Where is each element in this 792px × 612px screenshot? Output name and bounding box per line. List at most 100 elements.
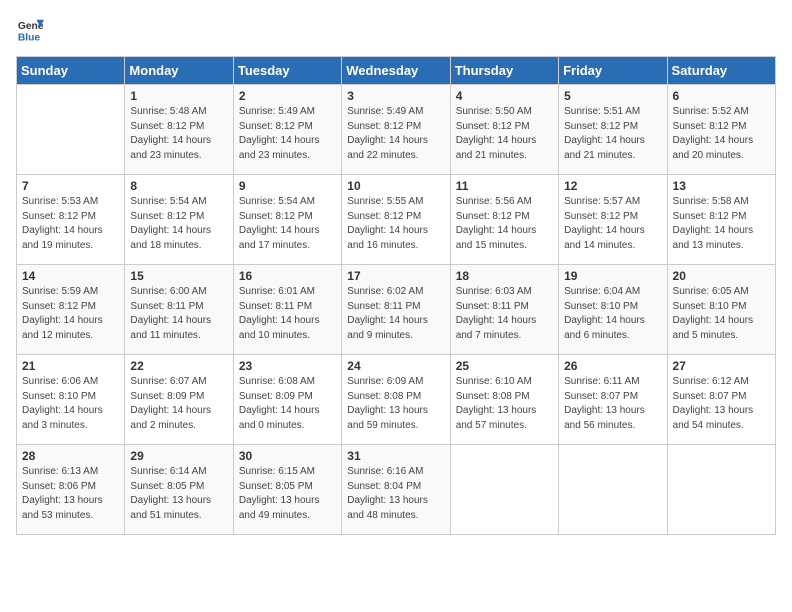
day-info: Sunrise: 6:07 AM Sunset: 8:09 PM Dayligh… bbox=[130, 375, 227, 433]
week-row-1: 1 Sunrise: 5:48 AM Sunset: 8:12 PM Daylig… bbox=[17, 85, 776, 175]
day-cell: 28Sunrise: 6:13 AM Sunset: 8:06 PM Dayli… bbox=[17, 445, 125, 535]
day-number: 19 bbox=[564, 269, 661, 283]
day-cell: 8 Sunrise: 5:54 AM Sunset: 8:12 PM Daylig… bbox=[125, 175, 233, 265]
day-cell: 2 Sunrise: 5:49 AM Sunset: 8:12 PM Daylig… bbox=[233, 85, 341, 175]
day-cell bbox=[450, 445, 558, 535]
day-info: Sunrise: 5:58 AM Sunset: 8:12 PM Dayligh… bbox=[673, 195, 770, 253]
day-info: Sunrise: 5:51 AM Sunset: 8:12 PM Dayligh… bbox=[564, 105, 661, 163]
day-number: 23 bbox=[239, 359, 336, 373]
day-info: Sunrise: 5:49 AM Sunset: 8:12 PM Dayligh… bbox=[239, 105, 336, 163]
day-number: 16 bbox=[239, 269, 336, 283]
day-number: 31 bbox=[347, 449, 444, 463]
header-cell-sunday: Sunday bbox=[17, 57, 125, 85]
day-cell: 27 Sunrise: 6:12 AM Sunset: 8:07 PM Dayli… bbox=[667, 355, 775, 445]
day-number: 29 bbox=[130, 449, 227, 463]
day-cell: 3 Sunrise: 5:49 AM Sunset: 8:12 PM Daylig… bbox=[342, 85, 450, 175]
day-cell: 18 Sunrise: 6:03 AM Sunset: 8:11 PM Dayli… bbox=[450, 265, 558, 355]
day-cell: 23 Sunrise: 6:08 AM Sunset: 8:09 PM Dayli… bbox=[233, 355, 341, 445]
calendar-table: SundayMondayTuesdayWednesdayThursdayFrid… bbox=[16, 56, 776, 535]
day-cell bbox=[667, 445, 775, 535]
day-info: Sunrise: 5:56 AM Sunset: 8:12 PM Dayligh… bbox=[456, 195, 553, 253]
day-cell: 19 Sunrise: 6:04 AM Sunset: 8:10 PM Dayli… bbox=[559, 265, 667, 355]
header-cell-thursday: Thursday bbox=[450, 57, 558, 85]
day-cell: 9Sunrise: 5:54 AM Sunset: 8:12 PM Daylig… bbox=[233, 175, 341, 265]
day-number: 13 bbox=[673, 179, 770, 193]
day-info: Sunrise: 5:54 AM Sunset: 8:12 PM Dayligh… bbox=[239, 195, 336, 253]
day-cell bbox=[17, 85, 125, 175]
day-cell: 21 Sunrise: 6:06 AM Sunset: 8:10 PM Dayli… bbox=[17, 355, 125, 445]
day-info: Sunrise: 5:49 AM Sunset: 8:12 PM Dayligh… bbox=[347, 105, 444, 163]
day-number: 20 bbox=[673, 269, 770, 283]
day-cell: 30 Sunrise: 6:15 AM Sunset: 8:05 PM Dayli… bbox=[233, 445, 341, 535]
day-cell: 15Sunrise: 6:00 AM Sunset: 8:11 PM Dayli… bbox=[125, 265, 233, 355]
day-info: Sunrise: 6:13 AM Sunset: 8:06 PM Dayligh… bbox=[22, 465, 119, 523]
day-cell: 12Sunrise: 5:57 AM Sunset: 8:12 PM Dayli… bbox=[559, 175, 667, 265]
day-cell bbox=[559, 445, 667, 535]
day-info: Sunrise: 5:59 AM Sunset: 8:12 PM Dayligh… bbox=[22, 285, 119, 343]
day-number: 15 bbox=[130, 269, 227, 283]
day-info: Sunrise: 6:10 AM Sunset: 8:08 PM Dayligh… bbox=[456, 375, 553, 433]
day-number: 5 bbox=[564, 89, 661, 103]
logo-icon: General Blue bbox=[16, 16, 44, 44]
day-info: Sunrise: 6:01 AM Sunset: 8:11 PM Dayligh… bbox=[239, 285, 336, 343]
day-info: Sunrise: 5:52 AM Sunset: 8:12 PM Dayligh… bbox=[673, 105, 770, 163]
day-info: Sunrise: 5:53 AM Sunset: 8:12 PM Dayligh… bbox=[22, 195, 119, 253]
header-row: SundayMondayTuesdayWednesdayThursdayFrid… bbox=[17, 57, 776, 85]
header-cell-tuesday: Tuesday bbox=[233, 57, 341, 85]
day-info: Sunrise: 6:11 AM Sunset: 8:07 PM Dayligh… bbox=[564, 375, 661, 433]
week-row-4: 21 Sunrise: 6:06 AM Sunset: 8:10 PM Dayli… bbox=[17, 355, 776, 445]
day-number: 1 bbox=[130, 89, 227, 103]
header-cell-saturday: Saturday bbox=[667, 57, 775, 85]
day-info: Sunrise: 5:48 AM Sunset: 8:12 PM Dayligh… bbox=[130, 105, 227, 163]
day-cell: 11 Sunrise: 5:56 AM Sunset: 8:12 PM Dayli… bbox=[450, 175, 558, 265]
day-number: 10 bbox=[347, 179, 444, 193]
day-info: Sunrise: 5:50 AM Sunset: 8:12 PM Dayligh… bbox=[456, 105, 553, 163]
day-cell: 31 Sunrise: 6:16 AM Sunset: 8:04 PM Dayli… bbox=[342, 445, 450, 535]
day-info: Sunrise: 6:02 AM Sunset: 8:11 PM Dayligh… bbox=[347, 285, 444, 343]
day-number: 25 bbox=[456, 359, 553, 373]
day-number: 26 bbox=[564, 359, 661, 373]
day-number: 17 bbox=[347, 269, 444, 283]
svg-text:Blue: Blue bbox=[18, 32, 41, 43]
day-number: 21 bbox=[22, 359, 119, 373]
day-info: Sunrise: 6:16 AM Sunset: 8:04 PM Dayligh… bbox=[347, 465, 444, 523]
day-cell: 1 Sunrise: 5:48 AM Sunset: 8:12 PM Daylig… bbox=[125, 85, 233, 175]
header-cell-monday: Monday bbox=[125, 57, 233, 85]
day-number: 11 bbox=[456, 179, 553, 193]
day-info: Sunrise: 6:14 AM Sunset: 8:05 PM Dayligh… bbox=[130, 465, 227, 523]
day-cell: 26 Sunrise: 6:11 AM Sunset: 8:07 PM Dayli… bbox=[559, 355, 667, 445]
day-number: 27 bbox=[673, 359, 770, 373]
day-info: Sunrise: 6:15 AM Sunset: 8:05 PM Dayligh… bbox=[239, 465, 336, 523]
day-number: 12 bbox=[564, 179, 661, 193]
week-row-5: 28Sunrise: 6:13 AM Sunset: 8:06 PM Dayli… bbox=[17, 445, 776, 535]
day-number: 22 bbox=[130, 359, 227, 373]
day-cell: 29 Sunrise: 6:14 AM Sunset: 8:05 PM Dayli… bbox=[125, 445, 233, 535]
day-number: 18 bbox=[456, 269, 553, 283]
header-cell-wednesday: Wednesday bbox=[342, 57, 450, 85]
day-info: Sunrise: 5:55 AM Sunset: 8:12 PM Dayligh… bbox=[347, 195, 444, 253]
day-number: 24 bbox=[347, 359, 444, 373]
day-cell: 5 Sunrise: 5:51 AM Sunset: 8:12 PM Daylig… bbox=[559, 85, 667, 175]
week-row-2: 7Sunrise: 5:53 AM Sunset: 8:12 PM Daylig… bbox=[17, 175, 776, 265]
day-number: 8 bbox=[130, 179, 227, 193]
day-cell: 10 Sunrise: 5:55 AM Sunset: 8:12 PM Dayli… bbox=[342, 175, 450, 265]
day-info: Sunrise: 6:06 AM Sunset: 8:10 PM Dayligh… bbox=[22, 375, 119, 433]
day-cell: 24 Sunrise: 6:09 AM Sunset: 8:08 PM Dayli… bbox=[342, 355, 450, 445]
day-info: Sunrise: 6:04 AM Sunset: 8:10 PM Dayligh… bbox=[564, 285, 661, 343]
day-number: 30 bbox=[239, 449, 336, 463]
day-cell: 7Sunrise: 5:53 AM Sunset: 8:12 PM Daylig… bbox=[17, 175, 125, 265]
day-cell: 22 Sunrise: 6:07 AM Sunset: 8:09 PM Dayli… bbox=[125, 355, 233, 445]
day-info: Sunrise: 6:03 AM Sunset: 8:11 PM Dayligh… bbox=[456, 285, 553, 343]
day-info: Sunrise: 6:09 AM Sunset: 8:08 PM Dayligh… bbox=[347, 375, 444, 433]
day-number: 3 bbox=[347, 89, 444, 103]
day-number: 2 bbox=[239, 89, 336, 103]
day-cell: 20Sunrise: 6:05 AM Sunset: 8:10 PM Dayli… bbox=[667, 265, 775, 355]
day-info: Sunrise: 6:08 AM Sunset: 8:09 PM Dayligh… bbox=[239, 375, 336, 433]
day-number: 6 bbox=[673, 89, 770, 103]
day-number: 4 bbox=[456, 89, 553, 103]
page-header: General Blue bbox=[16, 16, 776, 44]
day-cell: 16 Sunrise: 6:01 AM Sunset: 8:11 PM Dayli… bbox=[233, 265, 341, 355]
day-cell: 4 Sunrise: 5:50 AM Sunset: 8:12 PM Daylig… bbox=[450, 85, 558, 175]
day-info: Sunrise: 5:54 AM Sunset: 8:12 PM Dayligh… bbox=[130, 195, 227, 253]
day-info: Sunrise: 6:12 AM Sunset: 8:07 PM Dayligh… bbox=[673, 375, 770, 433]
